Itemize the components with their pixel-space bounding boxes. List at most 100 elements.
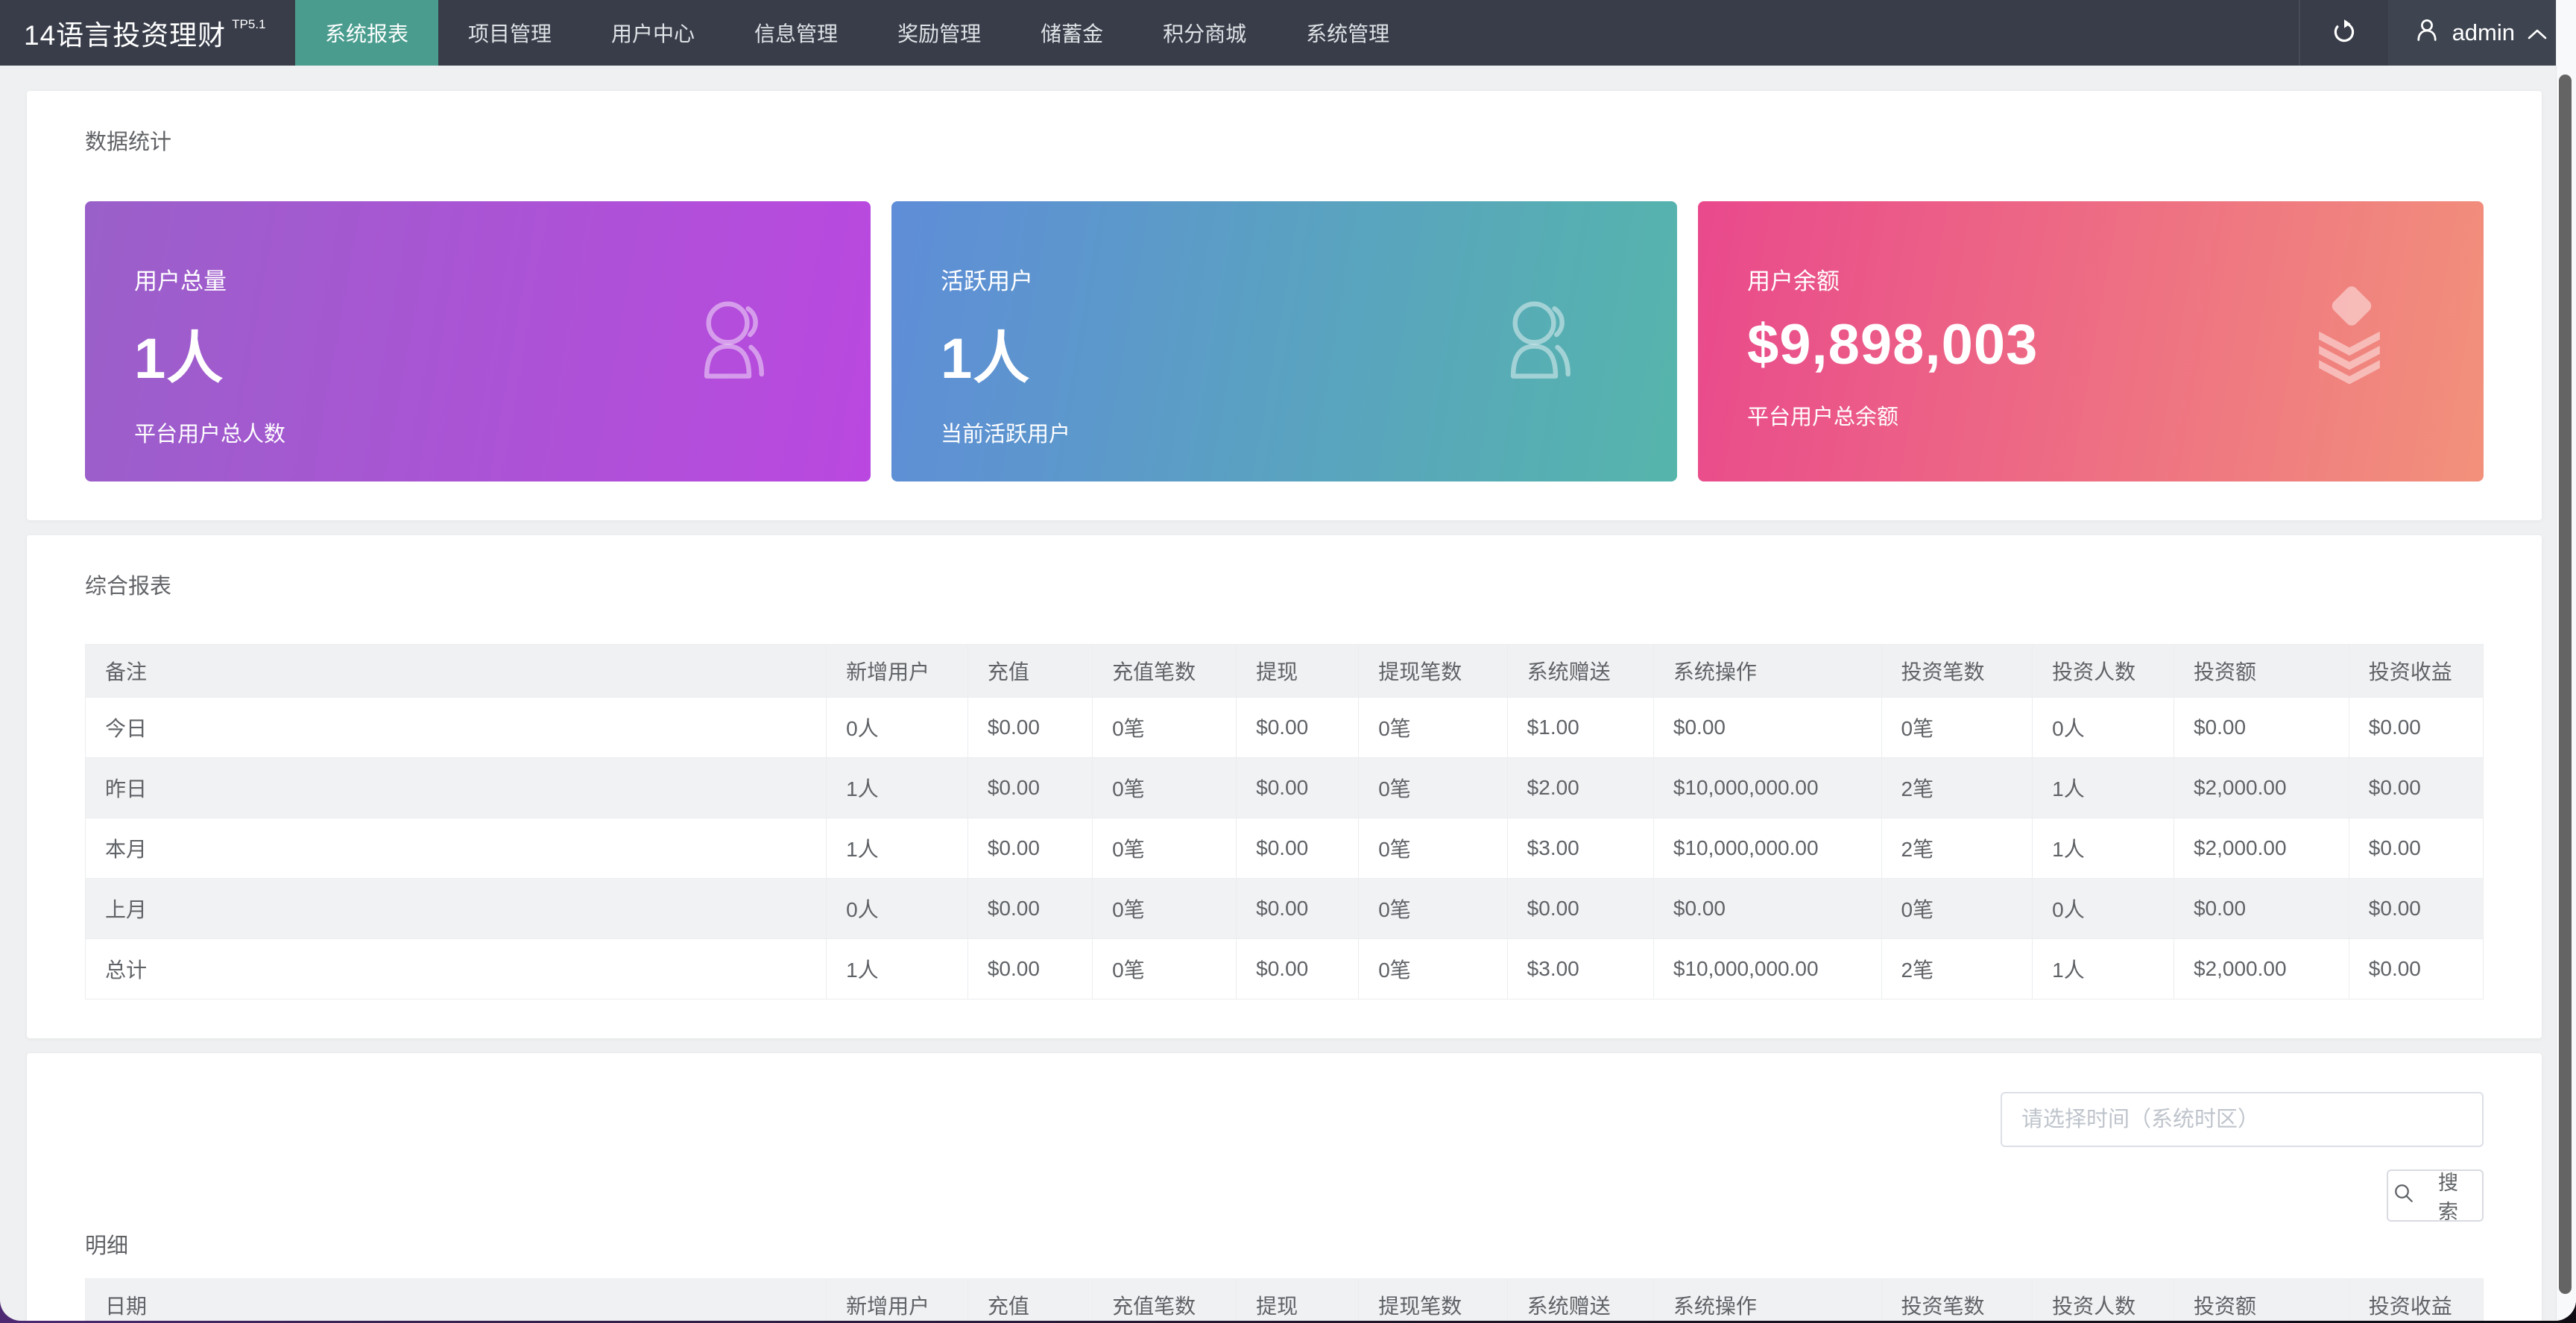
table-cell: $2,000.00 <box>2173 757 2349 818</box>
nav-tab-user-center[interactable]: 用户中心 <box>581 0 724 66</box>
table-cell: 本月 <box>84 818 827 879</box>
column-header: 充值笔数 <box>1092 644 1237 698</box>
table-cell: $0.00 <box>967 818 1093 879</box>
table-header-row: 日期 新增用户 充值 充值笔数 提现 提现笔数 系统赠送 系统操作 投资笔数 投资人数 投资额 投资收… <box>84 1278 2484 1321</box>
table-cell: $0.00 <box>967 697 1093 758</box>
stat-card-title: 活跃用户 <box>941 268 1033 294</box>
table-cell: 总计 <box>84 938 827 1000</box>
table-row: 上月 0人 $0.00 0笔 $0.00 0笔 $0.00 $0.00 0笔 0人 $0.00 $0.… <box>84 878 2484 939</box>
table-cell: $0.00 <box>2173 697 2349 758</box>
column-header: 投资人数 <box>2032 644 2174 698</box>
stat-card-subtitle: 平台用户总人数 <box>134 423 286 446</box>
search-button[interactable]: 搜 索 <box>2387 1169 2484 1223</box>
table-cell: $0.00 <box>1236 938 1360 1000</box>
table-cell: 0笔 <box>1358 938 1508 1000</box>
table-cell: $0.00 <box>967 878 1093 939</box>
stat-card-subtitle: 当前活跃用户 <box>941 423 1071 446</box>
table-cell: $0.00 <box>2348 938 2484 1000</box>
scrollbar-thumb[interactable] <box>2559 75 2572 1294</box>
stat-cards-row: 用户总量 1人 平台用户总人数 活跃用户 1人 当前活跃用户 用户余额 $9,8… <box>85 201 2484 481</box>
table-cell: $2.00 <box>1506 757 1654 818</box>
table-row: 昨日 1人 $0.00 0笔 $0.00 0笔 $2.00 $10,000,000.00 2笔 1… <box>84 757 2484 818</box>
table-cell: 1人 <box>2032 818 2174 879</box>
nav-tab-savings[interactable]: 储蓄金 <box>1011 0 1133 66</box>
table-cell: 0人 <box>2032 878 2174 939</box>
table-cell: 0人 <box>826 878 968 939</box>
table-cell: 1人 <box>826 938 968 1000</box>
vertical-scrollbar[interactable] <box>2556 0 2576 1321</box>
column-header: 备注 <box>84 644 827 698</box>
column-header: 新增用户 <box>826 1278 968 1321</box>
main-nav: 系统报表 项目管理 用户中心 信息管理 奖励管理 储蓄金 积分商城 系统管理 <box>295 0 1419 66</box>
navbar-right-cluster: admin <box>2298 0 2576 66</box>
report-panel: 综合报表 备注 新增用户 充值 充值笔数 提现 提现笔数 系统赠送 系统操作 投资笔数 投资人数投… <box>27 535 2542 1038</box>
table-header-row: 备注 新增用户 充值 充值笔数 提现 提现笔数 系统赠送 系统操作 投资笔数 投资人数 投资额 投资收… <box>84 644 2484 698</box>
nav-tab-reward-management[interactable]: 奖励管理 <box>868 0 1011 66</box>
table-cell: 昨日 <box>84 757 827 818</box>
top-navbar: 14语言投资理财 TP5.1 系统报表 项目管理 用户中心 信息管理 奖励管理 … <box>0 0 2576 66</box>
table-cell: $10,000,000.00 <box>1652 818 1882 879</box>
table-cell: 2笔 <box>1881 938 2033 1000</box>
table-cell: 0笔 <box>1358 878 1508 939</box>
column-header: 提现 <box>1236 1278 1360 1321</box>
column-header: 提现笔数 <box>1358 644 1508 698</box>
table-cell: $0.00 <box>1506 878 1654 939</box>
table-cell: $2,000.00 <box>2173 818 2349 879</box>
chevron-up-icon <box>2527 19 2548 46</box>
table-cell: 1人 <box>826 818 968 879</box>
table-cell: 0笔 <box>1092 818 1237 879</box>
table-cell: $0.00 <box>1236 757 1360 818</box>
table-cell: 0笔 <box>1881 697 2033 758</box>
page-content: 数据统计 用户总量 1人 平台用户总人数 活跃用户 1人 当前活跃用户 用户余额… <box>0 66 2576 1321</box>
stats-panel: 数据统计 用户总量 1人 平台用户总人数 活跃用户 1人 当前活跃用户 用户余额… <box>27 91 2542 520</box>
table-cell: $0.00 <box>2348 757 2484 818</box>
table-cell: $1.00 <box>1506 697 1654 758</box>
table-cell: 0笔 <box>1358 757 1508 818</box>
layers-icon <box>2305 284 2394 400</box>
nav-tab-system-reports[interactable]: 系统报表 <box>295 0 439 66</box>
table-cell: 1人 <box>2032 938 2174 1000</box>
time-picker-input[interactable] <box>2001 1092 2484 1147</box>
table-cell: 0笔 <box>1092 757 1237 818</box>
table-cell: $0.00 <box>2348 878 2484 939</box>
nav-tab-info-management[interactable]: 信息管理 <box>724 0 868 66</box>
detail-table: 日期 新增用户 充值 充值笔数 提现 提现笔数 系统赠送 系统操作 投资笔数 投资人数 投资额 投资收… <box>84 1278 2484 1321</box>
column-header: 充值 <box>967 1278 1093 1321</box>
column-header: 新增用户 <box>826 644 968 698</box>
table-cell: $0.00 <box>2173 878 2349 939</box>
browser-viewport: 14语言投资理财 TP5.1 系统报表 项目管理 用户中心 信息管理 奖励管理 … <box>0 0 2576 1321</box>
table-cell: 1人 <box>826 757 968 818</box>
nav-tab-points-mall[interactable]: 积分商城 <box>1133 0 1276 66</box>
column-header: 系统赠送 <box>1506 1278 1654 1321</box>
refresh-icon <box>2330 18 2358 48</box>
refresh-button[interactable] <box>2300 0 2388 66</box>
search-button-label: 搜 索 <box>2438 1172 2462 1223</box>
user-menu[interactable]: admin <box>2387 0 2576 66</box>
column-header: 投资笔数 <box>1881 644 2033 698</box>
table-cell: 0人 <box>2032 697 2174 758</box>
table-row: 本月 1人 $0.00 0笔 $0.00 0笔 $3.00 $10,000,000.00 2笔 1… <box>84 818 2484 879</box>
column-header: 日期 <box>84 1278 827 1321</box>
table-cell: 0笔 <box>1358 697 1508 758</box>
table-cell: $0.00 <box>1236 818 1360 879</box>
table-cell: 0笔 <box>1092 878 1237 939</box>
nav-tab-project-management[interactable]: 项目管理 <box>438 0 581 66</box>
table-cell: 上月 <box>84 878 827 939</box>
stat-card-user-balance: 用户余额 $9,898,003 平台用户总余额 <box>1698 201 2484 481</box>
stat-card-active-users: 活跃用户 1人 当前活跃用户 <box>891 201 1677 481</box>
app-brand: 14语言投资理财 TP5.1 <box>0 0 295 66</box>
table-row: 今日 0人 $0.00 0笔 $0.00 0笔 $1.00 $0.00 0笔 0人 $0.00 $0.… <box>84 697 2484 758</box>
table-cell: $0.00 <box>2348 697 2484 758</box>
column-header: 投资收益 <box>2348 644 2484 698</box>
column-header: 系统操作 <box>1652 1278 1882 1321</box>
summary-table: 备注 新增用户 充值 充值笔数 提现 提现笔数 系统赠送 系统操作 投资笔数 投资人数 投资额 投资收… <box>84 644 2484 1000</box>
nav-tab-system-management[interactable]: 系统管理 <box>1276 0 1419 66</box>
stat-card-total-users: 用户总量 1人 平台用户总人数 <box>85 201 871 481</box>
users-icon <box>1491 294 1588 390</box>
table-cell: 0笔 <box>1881 878 2033 939</box>
table-cell: $0.00 <box>2348 818 2484 879</box>
time-filter-row <box>85 1092 2484 1147</box>
table-cell: $10,000,000.00 <box>1652 938 1882 1000</box>
table-cell: $0.00 <box>1652 697 1882 758</box>
stat-card-title: 用户总量 <box>134 268 227 294</box>
